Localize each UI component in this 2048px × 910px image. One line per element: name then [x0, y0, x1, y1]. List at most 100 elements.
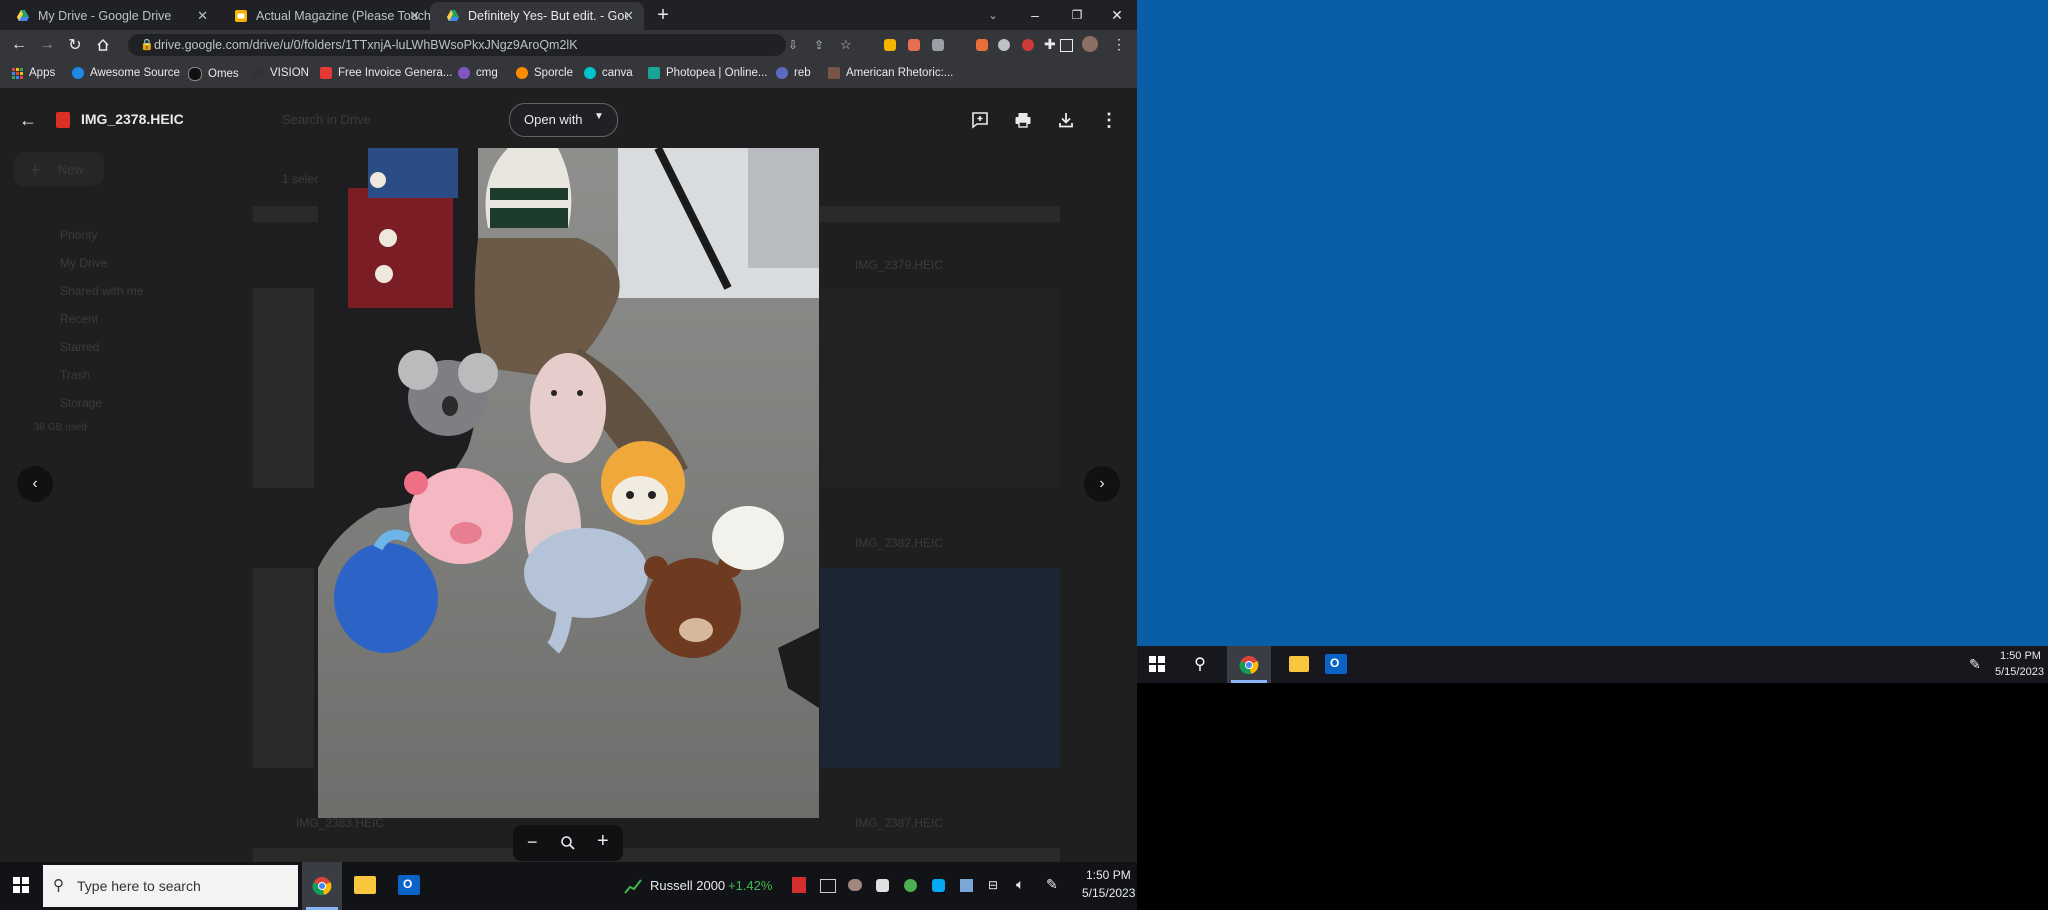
extension-icon[interactable]	[976, 39, 988, 51]
bookmark-american-rhetoric[interactable]: American Rhetoric:...	[828, 67, 953, 79]
tab-my-drive[interactable]: My Drive - Google Drive ✕	[0, 2, 218, 30]
tray-icon[interactable]	[932, 879, 945, 892]
tray-icon[interactable]	[820, 879, 836, 893]
bookmark-label: American Rhetoric:...	[846, 67, 954, 79]
zoom-in-button[interactable]: +	[597, 830, 609, 853]
extension-icon[interactable]	[1022, 39, 1034, 51]
tray-icon[interactable]	[904, 879, 917, 892]
install-app-icon[interactable]: ⇩	[788, 34, 798, 56]
add-comment-icon[interactable]	[968, 108, 992, 132]
zoom-magnifier-icon[interactable]	[560, 835, 576, 851]
sidebar-item-priority[interactable]: Priority	[60, 228, 97, 242]
next-image-button[interactable]: ›	[1084, 466, 1120, 502]
tab-definitely-yes[interactable]: Definitely Yes- But edit. - Google ✕	[430, 2, 644, 30]
tray-icon[interactable]	[960, 879, 973, 892]
extension-icon[interactable]	[998, 39, 1010, 51]
sidebar-item-trash[interactable]: Trash	[60, 368, 90, 382]
zoom-out-button[interactable]: −	[527, 832, 538, 853]
search-icon[interactable]: ⚲	[1189, 653, 1211, 675]
close-tab-icon[interactable]: ✕	[197, 8, 208, 24]
print-icon[interactable]	[1011, 108, 1035, 132]
bookmark-photopea[interactable]: Photopea | Online...	[648, 67, 767, 79]
side-panel-icon[interactable]	[1060, 39, 1073, 52]
new-tab-icon[interactable]: +	[652, 4, 674, 26]
open-with-button[interactable]: Open with ▼	[509, 103, 618, 137]
close-tab-icon[interactable]: ✕	[623, 8, 634, 24]
sidebar-item-shared[interactable]: Shared with me	[60, 284, 143, 298]
file-explorer-icon[interactable]	[1289, 656, 1309, 672]
tray-icon[interactable]	[876, 879, 889, 892]
chrome-menu-icon[interactable]: ⋮	[1112, 36, 1126, 53]
network-icon[interactable]: ⊟	[988, 878, 998, 892]
bookmark-sporcle[interactable]: Sporcle	[516, 67, 573, 79]
sidebar-item-storage[interactable]: Storage	[60, 396, 102, 410]
close-tab-icon[interactable]: ✕	[409, 8, 420, 24]
outlook-icon[interactable]: O	[398, 875, 420, 895]
share-icon[interactable]: ⇪	[814, 34, 824, 56]
chrome-taskbar-button[interactable]	[302, 862, 342, 910]
file-name: IMG_2382.HEIC	[855, 536, 944, 550]
bookmark-awesome-source[interactable]: Awesome Source	[72, 67, 180, 79]
start-button[interactable]	[1147, 654, 1167, 674]
file-thumbnail[interactable]	[253, 568, 314, 768]
bookmark-vision[interactable]: VISION	[252, 67, 309, 79]
bookmark-star-icon[interactable]: ☆	[840, 34, 852, 56]
tab-actual-magazine[interactable]: Actual Magazine (Please Touch) ✕	[218, 2, 430, 30]
sidebar-item-recent[interactable]: Recent	[60, 312, 98, 326]
restore-icon[interactable]: ❐	[1066, 4, 1088, 26]
browser-window: My Drive - Google Drive ✕ Actual Magazin…	[0, 0, 1137, 910]
back-arrow-icon[interactable]: ←	[16, 108, 40, 132]
awesome-source-icon	[72, 67, 84, 79]
chrome-taskbar-button[interactable]	[1227, 646, 1271, 683]
previous-image-button[interactable]: ‹	[17, 466, 53, 502]
bookmark-canva[interactable]: canva	[584, 67, 633, 79]
extension-icon[interactable]	[908, 39, 920, 51]
bookmark-apps[interactable]: Apps	[12, 67, 55, 79]
ticker-change: +1.42%	[728, 878, 773, 893]
clock-time[interactable]: 1:50 PM	[2000, 650, 2041, 662]
download-icon[interactable]	[1054, 108, 1078, 132]
ticker-name[interactable]: Russell 2000	[650, 878, 725, 893]
reload-icon[interactable]: ↻	[64, 34, 86, 56]
extension-icon[interactable]	[884, 39, 896, 51]
close-window-icon[interactable]: ✕	[1106, 4, 1128, 26]
sidebar-item-starred[interactable]: Starred	[60, 340, 99, 354]
more-options-icon[interactable]: ⋮	[1097, 108, 1121, 132]
taskbar-search-box[interactable]: ⚲ Type here to search	[43, 865, 298, 907]
home-icon[interactable]	[92, 34, 114, 56]
forward-icon[interactable]: →	[36, 34, 58, 56]
file-thumbnail[interactable]	[820, 568, 1060, 768]
new-button[interactable]: + New	[14, 152, 104, 186]
bookmark-free-invoice[interactable]: Free Invoice Genera...	[320, 67, 452, 79]
search-icon: ⚲	[53, 877, 64, 894]
extension-icon[interactable]	[932, 39, 944, 51]
outlook-icon[interactable]: O	[1325, 654, 1347, 674]
bookmark-omes[interactable]: Omes	[188, 67, 239, 81]
desktop-background	[1137, 0, 2048, 646]
minimize-icon[interactable]: –	[1024, 4, 1046, 26]
pen-icon[interactable]: ✎	[1046, 876, 1058, 893]
clock-time[interactable]: 1:50 PM	[1086, 868, 1131, 882]
extensions-puzzle-icon[interactable]: ✚	[1044, 36, 1056, 53]
bookmark-reb[interactable]: reb	[776, 67, 811, 79]
start-button[interactable]	[8, 872, 34, 898]
acrobat-tray-icon[interactable]	[792, 877, 806, 893]
file-explorer-icon[interactable]	[354, 876, 376, 894]
address-bar[interactable]: 🔒 drive.google.com/drive/u/0/folders/1TT…	[128, 34, 852, 56]
clock-date[interactable]: 5/15/2023	[1995, 666, 2044, 678]
bookmark-label: cmg	[476, 67, 498, 79]
pen-icon[interactable]: ✎	[1969, 656, 1981, 673]
sidebar-item-my-drive[interactable]: My Drive	[60, 256, 107, 270]
bookmark-label: Free Invoice Genera...	[338, 67, 453, 79]
file-thumbnail[interactable]	[820, 288, 1060, 488]
volume-icon[interactable]: 🔈︎	[1016, 876, 1024, 893]
back-icon[interactable]: ←	[8, 34, 30, 56]
tray-icon[interactable]	[848, 879, 862, 891]
file-thumbnail[interactable]	[253, 288, 314, 488]
clock-date[interactable]: 5/15/2023	[1082, 886, 1135, 900]
tab-search-icon[interactable]: ⌄	[982, 4, 1004, 26]
bookmark-cmg[interactable]: cmg	[458, 67, 498, 79]
profile-avatar[interactable]	[1082, 36, 1098, 52]
sporcle-icon	[516, 67, 528, 79]
bookmarks-bar: Apps Awesome Source Omes VISION Free Inv…	[0, 60, 1137, 88]
